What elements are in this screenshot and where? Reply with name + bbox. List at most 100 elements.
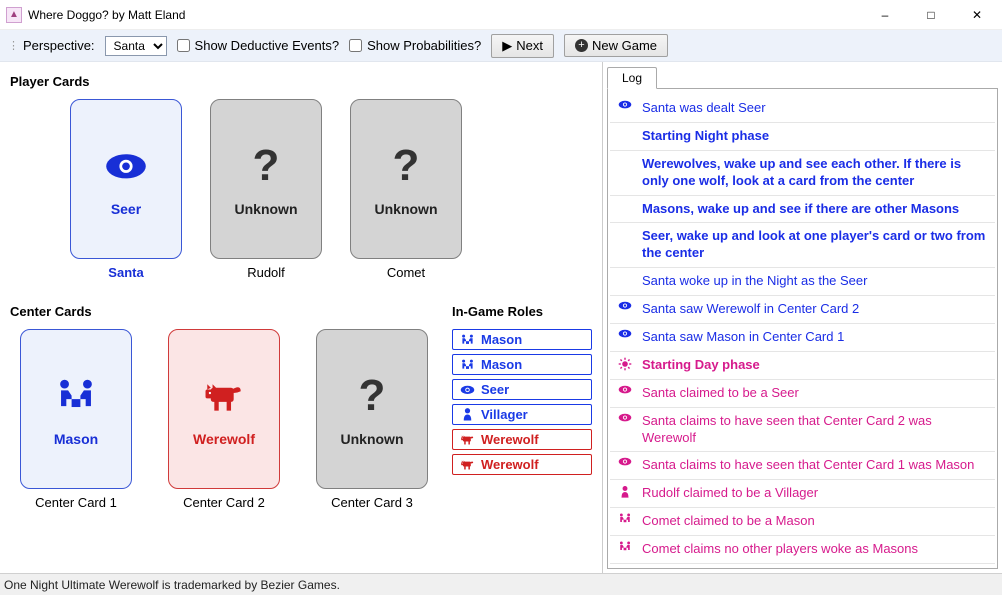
- role-chip: Werewolf: [452, 429, 592, 450]
- moon-icon: [618, 273, 634, 287]
- eye-icon: [618, 457, 634, 466]
- next-button[interactable]: ▶ Next: [491, 34, 554, 58]
- card-owner: Center Card 2: [183, 495, 265, 510]
- mason-icon: [460, 334, 475, 346]
- wolf-icon: [202, 371, 246, 421]
- eye-icon: [618, 100, 634, 109]
- mason-icon: [618, 513, 634, 524]
- wolf-icon: [460, 433, 475, 446]
- log-entry: Comet claims no other players woke as Ma…: [610, 536, 995, 564]
- show-deductive-checkbox[interactable]: Show Deductive Events?: [177, 38, 340, 53]
- moon-icon: [618, 156, 634, 170]
- card-owner: Santa: [108, 265, 143, 280]
- roles-heading: In-Game Roles: [452, 304, 592, 319]
- card-wrap: Werewolf Center Card 2: [168, 329, 280, 510]
- window-title: Where Doggo? by Matt Eland: [28, 8, 862, 22]
- card-role: Unknown: [341, 431, 404, 447]
- card-role: Seer: [111, 201, 141, 217]
- log-text: Santa was dealt Seer: [642, 100, 987, 117]
- center-cards-heading: Center Cards: [10, 304, 428, 319]
- log-entry: Santa claims to have seen that Center Ca…: [610, 408, 995, 453]
- card-wrap: ? Unknown Comet: [350, 99, 462, 280]
- wolf-icon: [460, 458, 475, 471]
- log-text: Santa saw Werewolf in Center Card 2: [642, 301, 987, 318]
- toolbar-grip: ⋮: [8, 39, 17, 52]
- log-entry: Santa saw Mason in Center Card 1: [610, 324, 995, 352]
- log-panel: Log Santa was dealt Seer Starting Night …: [602, 62, 1002, 573]
- log-list[interactable]: Santa was dealt Seer Starting Night phas…: [607, 88, 998, 569]
- log-text: Starting Night phase: [642, 128, 987, 145]
- maximize-button[interactable]: □: [908, 0, 954, 30]
- card-wrap: Mason Center Card 1: [20, 329, 132, 510]
- game-card[interactable]: ? Unknown: [210, 99, 322, 259]
- role-label: Mason: [481, 332, 522, 347]
- moon-icon: [618, 128, 634, 142]
- sun-icon: [618, 357, 634, 371]
- card-role: Mason: [54, 431, 98, 447]
- mason-icon: [460, 359, 475, 371]
- log-text: Rudolf claimed to be a Villager: [642, 485, 987, 502]
- log-entry: Santa claimed to be a Seer: [610, 380, 995, 408]
- role-chip: Mason: [452, 329, 592, 350]
- tab-log[interactable]: Log: [607, 67, 657, 89]
- log-text: Santa claimed to be a Seer: [642, 385, 987, 402]
- role-chip: Werewolf: [452, 454, 592, 475]
- role-label: Werewolf: [481, 432, 539, 447]
- card-owner: Comet: [387, 265, 425, 280]
- show-probabilities-checkbox[interactable]: Show Probabilities?: [349, 38, 481, 53]
- log-entry: Werewolves, wake up and see each other. …: [610, 151, 995, 196]
- log-entry: Santa was dealt Seer: [610, 95, 995, 123]
- game-card[interactable]: Werewolf: [168, 329, 280, 489]
- minimize-button[interactable]: –: [862, 0, 908, 30]
- close-button[interactable]: ✕: [954, 0, 1000, 30]
- log-text: Starting Day phase: [642, 357, 987, 374]
- villager-icon: [618, 485, 634, 499]
- log-entry: Santa claims to have seen that Center Ca…: [610, 452, 995, 480]
- log-entry: Starting Night phase: [610, 123, 995, 151]
- log-entry: Masons, wake up and see if there are oth…: [610, 196, 995, 224]
- card-wrap: ? Unknown Center Card 3: [316, 329, 428, 510]
- mason-icon: [618, 541, 634, 552]
- villager-icon: [460, 407, 475, 422]
- perspective-select[interactable]: Santa: [105, 36, 167, 56]
- card-owner: Center Card 1: [35, 495, 117, 510]
- player-cards-heading: Player Cards: [10, 74, 592, 89]
- question-icon: ?: [359, 371, 386, 421]
- game-card[interactable]: Mason: [20, 329, 132, 489]
- log-text: Santa claims to have seen that Center Ca…: [642, 413, 987, 447]
- game-card[interactable]: ? Unknown: [316, 329, 428, 489]
- role-chip: Seer: [452, 379, 592, 400]
- card-owner: Center Card 3: [331, 495, 413, 510]
- main-panel: Player Cards Seer Santa ? Unknown Rudolf…: [0, 62, 602, 573]
- card-role: Werewolf: [193, 431, 255, 447]
- toolbar: ⋮ Perspective: Santa Show Deductive Even…: [0, 30, 1002, 62]
- footer-text: One Night Ultimate Werewolf is trademark…: [0, 573, 1002, 595]
- role-label: Seer: [481, 382, 509, 397]
- log-text: Seer, wake up and look at one player's c…: [642, 228, 987, 262]
- show-deductive-input[interactable]: [177, 39, 190, 52]
- question-icon: ?: [253, 141, 280, 191]
- moon-icon: [618, 201, 634, 215]
- log-text: Santa saw Mason in Center Card 1: [642, 329, 987, 346]
- role-label: Mason: [481, 357, 522, 372]
- game-card[interactable]: ? Unknown: [350, 99, 462, 259]
- new-game-button[interactable]: + New Game: [564, 34, 668, 57]
- show-probabilities-input[interactable]: [349, 39, 362, 52]
- moon-icon: [618, 228, 634, 242]
- log-entry: Rudolf claimed to be a Villager: [610, 480, 995, 508]
- mason-icon: [54, 371, 98, 421]
- eye-icon: [460, 385, 475, 395]
- eye-icon: [104, 141, 148, 191]
- log-entry: Starting Day phase: [610, 352, 995, 380]
- game-card[interactable]: Seer: [70, 99, 182, 259]
- card-wrap: Seer Santa: [70, 99, 182, 280]
- log-entry: Santa woke up in the Night as the Seer: [610, 268, 995, 296]
- card-wrap: ? Unknown Rudolf: [210, 99, 322, 280]
- log-text: Santa claims to have seen that Center Ca…: [642, 457, 987, 474]
- role-label: Villager: [481, 407, 528, 422]
- question-icon: ?: [393, 141, 420, 191]
- eye-icon: [618, 329, 634, 338]
- card-role: Unknown: [235, 201, 298, 217]
- log-text: Masons, wake up and see if there are oth…: [642, 201, 987, 218]
- log-entry: Comet claimed to be a Mason: [610, 508, 995, 536]
